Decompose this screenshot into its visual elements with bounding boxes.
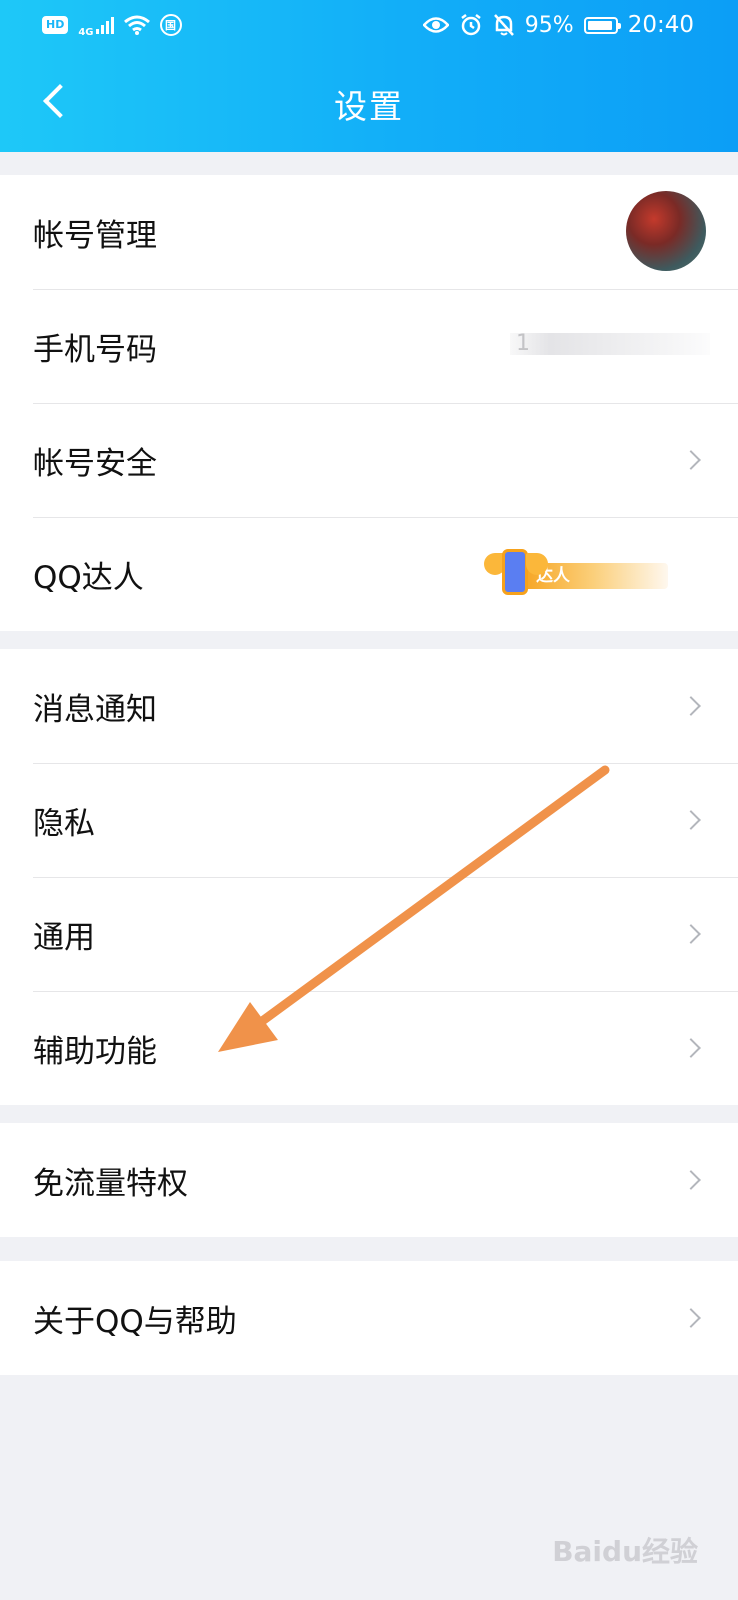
settings-item-privacy[interactable]: 隐私 (0, 763, 738, 877)
settings-item-general[interactable]: 通用 (0, 877, 738, 991)
chevron-right-icon (681, 1038, 701, 1058)
settings-item-label: 通用 (33, 919, 95, 956)
settings-item-notifications[interactable]: 消息通知 (0, 649, 738, 763)
settings-item-account-security[interactable]: 帐号安全 (0, 403, 738, 517)
general-group: 消息通知 隐私 通用 辅助功能 (0, 649, 738, 1105)
wing-icon (526, 553, 548, 575)
chevron-right-icon (681, 1170, 701, 1190)
phone-number-value: 1 (510, 333, 710, 355)
mute-bell-icon (493, 14, 514, 36)
eye-icon (422, 17, 449, 33)
about-group: 关于QQ与帮助 (0, 1261, 738, 1375)
clock: 20:40 (627, 12, 694, 38)
chevron-right-icon (681, 810, 701, 830)
wifi-icon (123, 15, 150, 35)
sim-icon: 国 (159, 14, 182, 36)
settings-item-qq-expert[interactable]: QQ达人 达人 (0, 517, 738, 631)
qq-expert-badge: 达人 (482, 545, 702, 605)
data-free-group: 免流量特权 (0, 1123, 738, 1237)
avatar (626, 191, 706, 271)
settings-item-label: 帐号管理 (33, 217, 157, 254)
chevron-right-icon (681, 1308, 701, 1328)
battery-icon (583, 16, 621, 34)
network-type: 4G (78, 26, 94, 38)
page-title: 设置 (334, 87, 404, 126)
chevron-left-icon[interactable] (30, 76, 80, 126)
settings-item-phone-number[interactable]: 手机号码 1 (0, 289, 738, 403)
chevron-right-icon (681, 450, 701, 470)
alarm-icon (461, 14, 481, 36)
settings-item-account-management[interactable]: 帐号管理 (0, 175, 738, 289)
battery-percent: 95% (524, 12, 574, 38)
settings-item-label: 关于QQ与帮助 (33, 1303, 237, 1340)
settings-item-label: 辅助功能 (33, 1033, 157, 1070)
settings-item-accessibility[interactable]: 辅助功能 (0, 991, 738, 1105)
chevron-right-icon (681, 696, 701, 716)
phone-icon (502, 549, 528, 595)
hd-icon: HD (42, 16, 69, 34)
settings-item-label: 帐号安全 (33, 445, 157, 482)
chevron-right-icon (681, 924, 701, 944)
settings-item-label: 隐私 (33, 805, 95, 842)
settings-item-data-free-privilege[interactable]: 免流量特权 (0, 1123, 738, 1237)
watermark: Baidu经验 (552, 1535, 698, 1568)
settings-item-about-help[interactable]: 关于QQ与帮助 (0, 1261, 738, 1375)
settings-item-label: 消息通知 (33, 691, 157, 728)
signal-icon (95, 16, 114, 34)
account-group: 帐号管理 手机号码 1 帐号安全 QQ达人 达人 (0, 175, 738, 631)
status-bar: HD 4G 国 95% 20:40 (0, 0, 738, 50)
header: HD 4G 国 95% 20:40 设置 (0, 0, 738, 152)
settings-item-label: 免流量特权 (33, 1165, 188, 1202)
nav-bar: 设置 (0, 62, 738, 146)
